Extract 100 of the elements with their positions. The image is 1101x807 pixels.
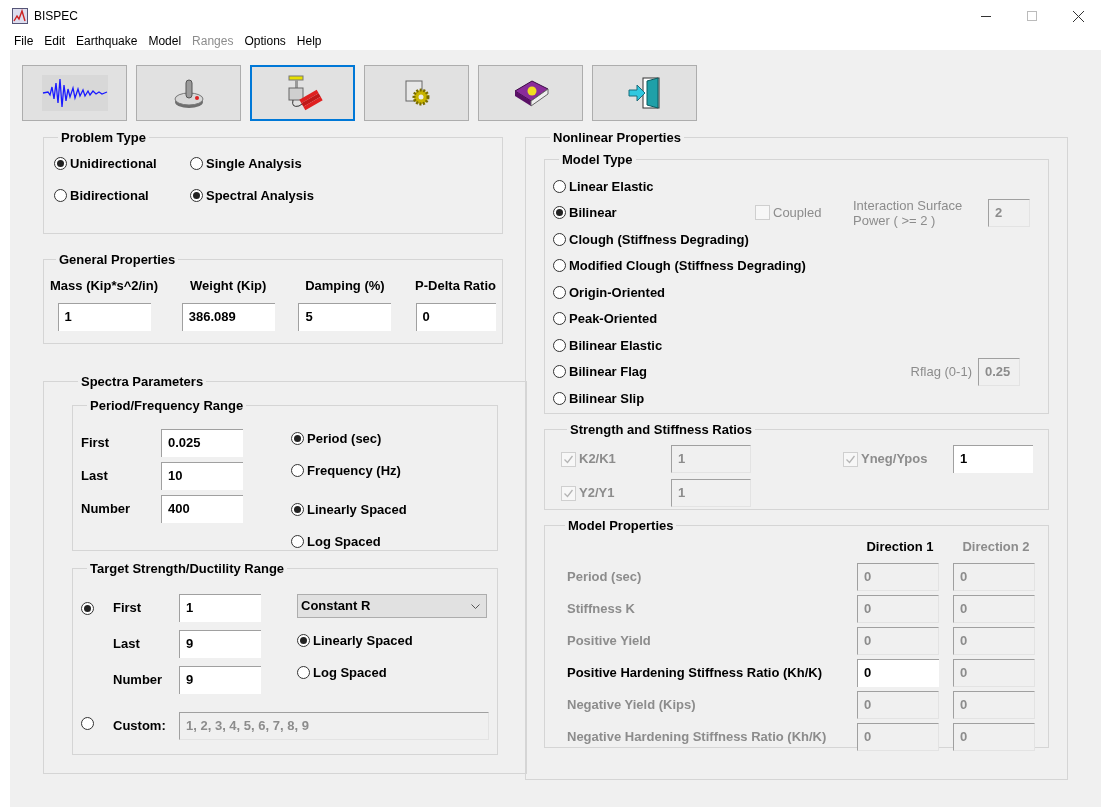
- radio-label: Linearly Spaced: [313, 632, 413, 650]
- field-label: Interaction Surface Power ( >= 2 ): [853, 197, 964, 228]
- row-label: Stiffness K: [566, 599, 636, 618]
- radio-button[interactable]: [553, 365, 566, 379]
- radio-label: Log Spaced: [307, 532, 381, 551]
- toolbar-button[interactable]: [478, 65, 583, 121]
- radio-button[interactable]: [553, 259, 566, 273]
- input-field[interactable]: 1: [57, 303, 151, 331]
- group-title: Period/Frequency Range: [89, 396, 245, 415]
- radio-label: Clough (Stiffness Degrading): [569, 230, 749, 249]
- radio-label: Bilinear Slip: [569, 389, 645, 408]
- radio-button[interactable]: [553, 206, 566, 220]
- input-field[interactable]: 0: [857, 658, 939, 687]
- toolbar-button[interactable]: [136, 65, 241, 121]
- field-label: Damping (%): [305, 276, 385, 295]
- radio-label: Bilinear Elastic: [569, 336, 663, 355]
- input-field[interactable]: 5: [298, 303, 392, 331]
- dropdown[interactable]: Constant R: [297, 594, 487, 618]
- row-label: Negative Hardening Stiffness Ratio (Kh/K): [566, 727, 828, 746]
- radio-button[interactable]: [54, 189, 67, 203]
- input-field[interactable]: 1: [179, 594, 261, 622]
- field-label: Weight (Kip): [190, 276, 267, 295]
- group-title: Problem Type: [60, 129, 147, 147]
- group-title: Spectra Parameters: [80, 373, 205, 391]
- field-label: Custom:: [113, 717, 167, 736]
- row-label: Positive Hardening Stiffness Ratio (Kh/K): [566, 663, 823, 682]
- input-field[interactable]: 10: [161, 462, 243, 490]
- row-label: Negative Yield (Kips): [566, 695, 697, 714]
- radio-button[interactable]: [291, 503, 304, 517]
- menu-item[interactable]: File: [14, 32, 34, 50]
- input-field[interactable]: 9: [179, 630, 261, 658]
- group-title: Target Strength/Ductility Range: [89, 559, 286, 578]
- column-header: Direction 2: [961, 538, 1031, 556]
- radio-button[interactable]: [553, 285, 566, 299]
- radio-label: Bilinear Flag: [569, 363, 648, 381]
- radio-button[interactable]: [291, 534, 304, 548]
- radio-button[interactable]: [297, 634, 310, 648]
- toolbar-button[interactable]: [250, 65, 355, 121]
- menu-item[interactable]: Options: [244, 32, 286, 50]
- radio-button[interactable]: [291, 463, 304, 477]
- radio-label: Origin-Oriented: [569, 283, 666, 302]
- input-field[interactable]: 0: [415, 303, 496, 331]
- radio-label: Spectral Analysis: [206, 187, 314, 205]
- radio-label: Log Spaced: [313, 663, 387, 682]
- window-title: BISPEC: [34, 8, 78, 25]
- field-label: Mass (Kip*s^2/in): [50, 276, 158, 295]
- checkbox-label: Yneg/Ypos: [861, 450, 929, 469]
- minimize-icon: [981, 15, 991, 17]
- field-label: Rflag (0-1): [910, 363, 972, 381]
- input-field[interactable]: 0.025: [161, 429, 243, 457]
- field-label: P-Delta Ratio: [415, 276, 496, 295]
- checkbox-label: K2/K1: [579, 450, 617, 469]
- checkbox-label: Coupled: [773, 204, 822, 222]
- field-label: Number: [81, 500, 132, 519]
- group-title: General Properties: [58, 251, 177, 269]
- radio-button[interactable]: [553, 312, 566, 326]
- app-icon: [12, 8, 28, 24]
- radio-label: Bilinear: [569, 204, 617, 222]
- radio-button[interactable]: [291, 432, 304, 446]
- checkbox-label: Y2/Y1: [579, 484, 616, 503]
- toolbar-button[interactable]: [592, 65, 697, 121]
- exit-door-icon: [626, 76, 663, 110]
- field-label: First: [81, 434, 111, 453]
- radio-label: Linearly Spaced: [307, 501, 407, 519]
- radio-label: Period (sec): [307, 430, 382, 448]
- input-field[interactable]: 400: [161, 495, 243, 523]
- group-title: Model Properties: [567, 516, 675, 535]
- waveform-icon: [41, 75, 108, 111]
- radio-button[interactable]: [297, 665, 310, 679]
- chevron-down-icon: [471, 603, 480, 609]
- field-label: First: [113, 599, 143, 618]
- menu-item[interactable]: Model: [148, 32, 182, 50]
- radio-button[interactable]: [553, 179, 566, 193]
- field-label: Number: [113, 671, 164, 690]
- radio-label: Single Analysis: [206, 154, 302, 173]
- menu-item[interactable]: Earthquake: [76, 32, 138, 50]
- radio-label: Linear Elastic: [569, 177, 654, 196]
- joystick-icon: [171, 76, 206, 110]
- menu-item[interactable]: Edit: [44, 32, 66, 50]
- radio-button[interactable]: [553, 338, 566, 352]
- radio-label: Bidirectional: [70, 187, 149, 205]
- menu-item[interactable]: Help: [296, 32, 322, 50]
- radio-button[interactable]: [190, 189, 203, 203]
- radio-label: Modified Clough (Stiffness Degrading): [569, 257, 806, 275]
- radio-button[interactable]: [553, 232, 566, 246]
- toolbar-button[interactable]: [22, 65, 127, 121]
- group-title: Nonlinear Properties: [552, 129, 682, 147]
- radio-button[interactable]: [81, 602, 94, 616]
- radio-button[interactable]: [54, 156, 67, 170]
- radio-button[interactable]: [553, 391, 566, 405]
- radio-label: Unidirectional: [70, 154, 157, 173]
- input-field[interactable]: 9: [179, 666, 261, 694]
- radio-button[interactable]: [190, 156, 203, 170]
- radio-label: Frequency (Hz): [307, 461, 401, 480]
- input-field[interactable]: 386.089: [181, 303, 275, 331]
- field-label: Last: [81, 467, 109, 486]
- group-title: Strength and Stiffness Ratios: [569, 420, 754, 439]
- group-title: Model Type: [561, 150, 634, 169]
- row-label: Positive Yield: [566, 631, 652, 650]
- close-icon: [1072, 10, 1084, 22]
